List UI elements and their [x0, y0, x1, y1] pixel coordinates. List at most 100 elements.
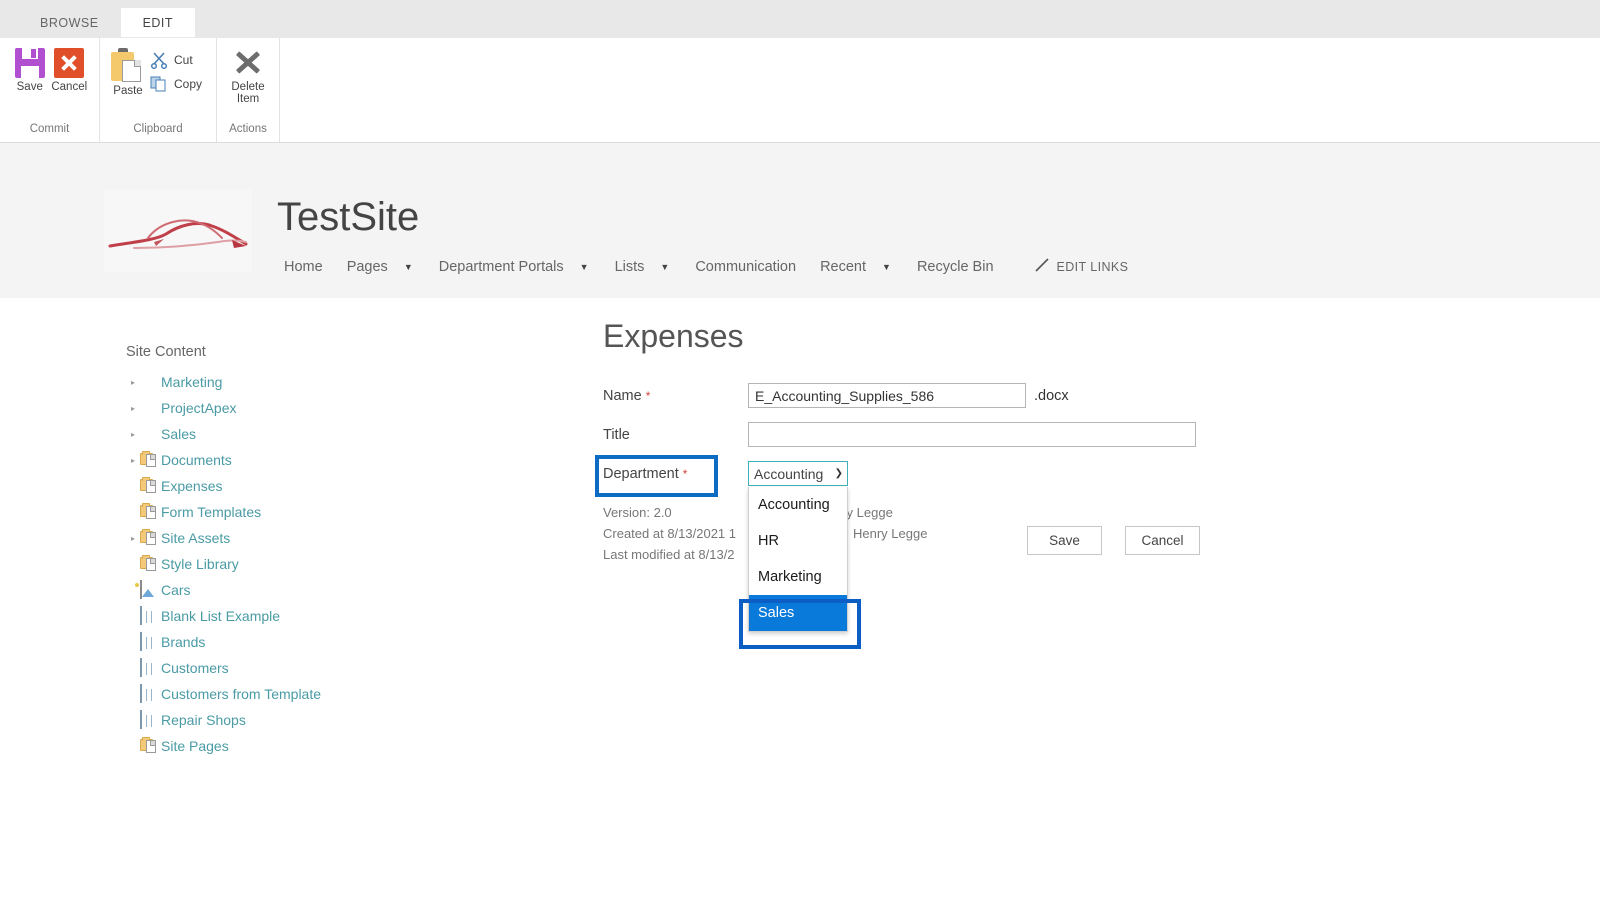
nav-item-lists[interactable]: Lists	[603, 255, 657, 279]
page-title: Expenses	[603, 318, 744, 354]
tree-item-customers[interactable]: Customers	[126, 655, 456, 681]
form-save-button[interactable]: Save	[1027, 526, 1102, 555]
delete-item-button-label-line2: Item	[236, 93, 260, 106]
x-icon	[232, 48, 264, 78]
department-option-marketing[interactable]: Marketing	[749, 559, 847, 595]
department-dropdown-list[interactable]: Accounting HR Marketing Sales	[748, 487, 848, 632]
name-label: Name *	[603, 387, 651, 404]
edit-links-button[interactable]: EDIT LINKS	[1034, 257, 1129, 278]
tree-item-marketing[interactable]: ▸ Marketing	[126, 369, 456, 395]
tree-item-sales[interactable]: ▸ Sales	[126, 421, 456, 447]
sharepoint-site-icon	[140, 373, 160, 391]
form-row-department: Department * Accounting ❯ Accounting HR …	[595, 454, 1243, 649]
tree-item-label: Customers from Template	[161, 686, 322, 702]
cut-button[interactable]: Cut	[146, 48, 206, 72]
tree-item-cars[interactable]: Cars	[126, 577, 456, 603]
tree-item-site-assets[interactable]: ▸ Site Assets	[126, 525, 456, 551]
copy-icon	[150, 75, 168, 93]
department-label-wrap: Department *	[595, 454, 748, 497]
document-library-icon	[140, 477, 160, 495]
department-option-sales[interactable]: Sales	[749, 595, 847, 631]
ribbon-group-commit: Save Cancel Commit	[0, 38, 100, 142]
save-button[interactable]: Save	[10, 44, 50, 93]
form-row-name: Name * .docx	[603, 383, 1243, 408]
edit-links-label: EDIT LINKS	[1056, 260, 1129, 274]
expand-arrow-icon[interactable]: ▸	[126, 378, 140, 387]
site-logo[interactable]	[104, 190, 252, 272]
delete-item-button[interactable]: Delete Item	[227, 44, 269, 105]
department-select[interactable]: Accounting ❯	[748, 461, 848, 486]
delete-item-button-label-line1: Delete	[231, 81, 265, 93]
department-label: Department	[603, 465, 679, 482]
tree-item-repair-shops[interactable]: Repair Shops	[126, 707, 456, 733]
ribbon-group-clipboard: Paste Cut Copy Clipboard	[100, 38, 217, 142]
ribbon-tab-browse[interactable]: BROWSE	[18, 8, 121, 38]
top-navigation: Home Pages ▼ Department Portals ▼ Lists …	[272, 255, 1128, 279]
nav-caret-lists-icon[interactable]: ▼	[656, 258, 683, 276]
nav-item-communication[interactable]: Communication	[683, 255, 808, 279]
tree-item-expenses[interactable]: Expenses	[126, 473, 456, 499]
nav-item-home[interactable]: Home	[272, 255, 335, 279]
sharepoint-site-icon	[140, 399, 160, 417]
pencil-icon	[1034, 257, 1050, 278]
tree-item-label: Customers	[161, 660, 229, 676]
modified-by-line: Henry Legge	[835, 523, 927, 544]
paste-button[interactable]: Paste	[110, 44, 146, 97]
nav-caret-recent-icon[interactable]: ▼	[878, 258, 905, 276]
tree-item-label: Form Templates	[161, 504, 262, 520]
nav-item-department-portals[interactable]: Department Portals	[427, 255, 576, 279]
nav-item-pages[interactable]: Pages	[335, 255, 400, 279]
copy-button-label: Copy	[173, 77, 202, 91]
nav-item-recent[interactable]: Recent	[808, 255, 878, 279]
site-header: TestSite Home Pages ▼ Department Portals…	[0, 143, 1600, 298]
sharepoint-site-icon	[140, 425, 160, 443]
cancel-button[interactable]: Cancel	[50, 44, 90, 93]
tree-item-form-templates[interactable]: Form Templates	[126, 499, 456, 525]
tree-item-customers-from-template[interactable]: Customers from Template	[126, 681, 456, 707]
ribbon-group-label-commit: Commit	[29, 123, 70, 135]
cancel-button-label: Cancel	[51, 81, 88, 93]
required-marker: *	[682, 466, 688, 481]
tree-item-projectapex[interactable]: ▸ ProjectApex	[126, 395, 456, 421]
name-input[interactable]	[748, 383, 1026, 408]
document-library-icon	[140, 451, 160, 469]
tree-item-label: Site Assets	[161, 530, 231, 546]
title-label: Title	[603, 426, 630, 443]
created-by-line: nry Legge	[835, 502, 927, 523]
copy-button[interactable]: Copy	[146, 72, 206, 96]
main-content: Site Content ▸ Marketing ▸ ProjectApex ▸…	[0, 298, 1600, 902]
tree-item-label: Blank List Example	[161, 608, 281, 624]
title-input[interactable]	[748, 422, 1196, 447]
file-extension-label: .docx	[1034, 387, 1069, 404]
tree-item-blank-list-example[interactable]: Blank List Example	[126, 603, 456, 629]
red-x-icon	[54, 48, 85, 78]
list-icon	[140, 632, 160, 651]
chevron-down-icon: ❯	[834, 468, 843, 479]
expand-arrow-icon[interactable]: ▸	[126, 534, 140, 543]
tree-item-documents[interactable]: ▸ Documents	[126, 447, 456, 473]
nav-caret-department-portals-icon[interactable]: ▼	[576, 258, 603, 276]
nav-caret-pages-icon[interactable]: ▼	[400, 258, 427, 276]
picture-library-icon	[140, 580, 160, 599]
tree-item-site-pages[interactable]: Site Pages	[126, 733, 456, 759]
list-icon	[140, 684, 160, 703]
expand-arrow-icon[interactable]: ▸	[126, 430, 140, 439]
form-cancel-button[interactable]: Cancel	[1125, 526, 1200, 555]
required-marker: *	[645, 388, 651, 403]
paste-button-label: Paste	[113, 85, 143, 97]
tree-item-label: Site Pages	[161, 738, 229, 754]
tree-item-style-library[interactable]: Style Library	[126, 551, 456, 577]
department-option-accounting[interactable]: Accounting	[749, 487, 847, 523]
modified-by-value: Henry Legge	[853, 526, 928, 541]
department-option-hr[interactable]: HR	[749, 523, 847, 559]
expand-arrow-icon[interactable]: ▸	[126, 456, 140, 465]
nav-item-recycle-bin[interactable]: Recycle Bin	[905, 255, 1006, 279]
list-icon	[140, 658, 160, 677]
ribbon-group-label-actions: Actions	[229, 123, 267, 135]
ribbon-body: Save Cancel Commit Paste Cut Copy Clipbo…	[0, 38, 1600, 143]
tree-item-label: ProjectApex	[161, 400, 237, 416]
ribbon-tab-edit[interactable]: EDIT	[120, 7, 196, 37]
department-select-wrap: Accounting ❯ Accounting HR Marketing Sal…	[739, 461, 861, 649]
expand-arrow-icon[interactable]: ▸	[126, 404, 140, 413]
tree-item-brands[interactable]: Brands	[126, 629, 456, 655]
